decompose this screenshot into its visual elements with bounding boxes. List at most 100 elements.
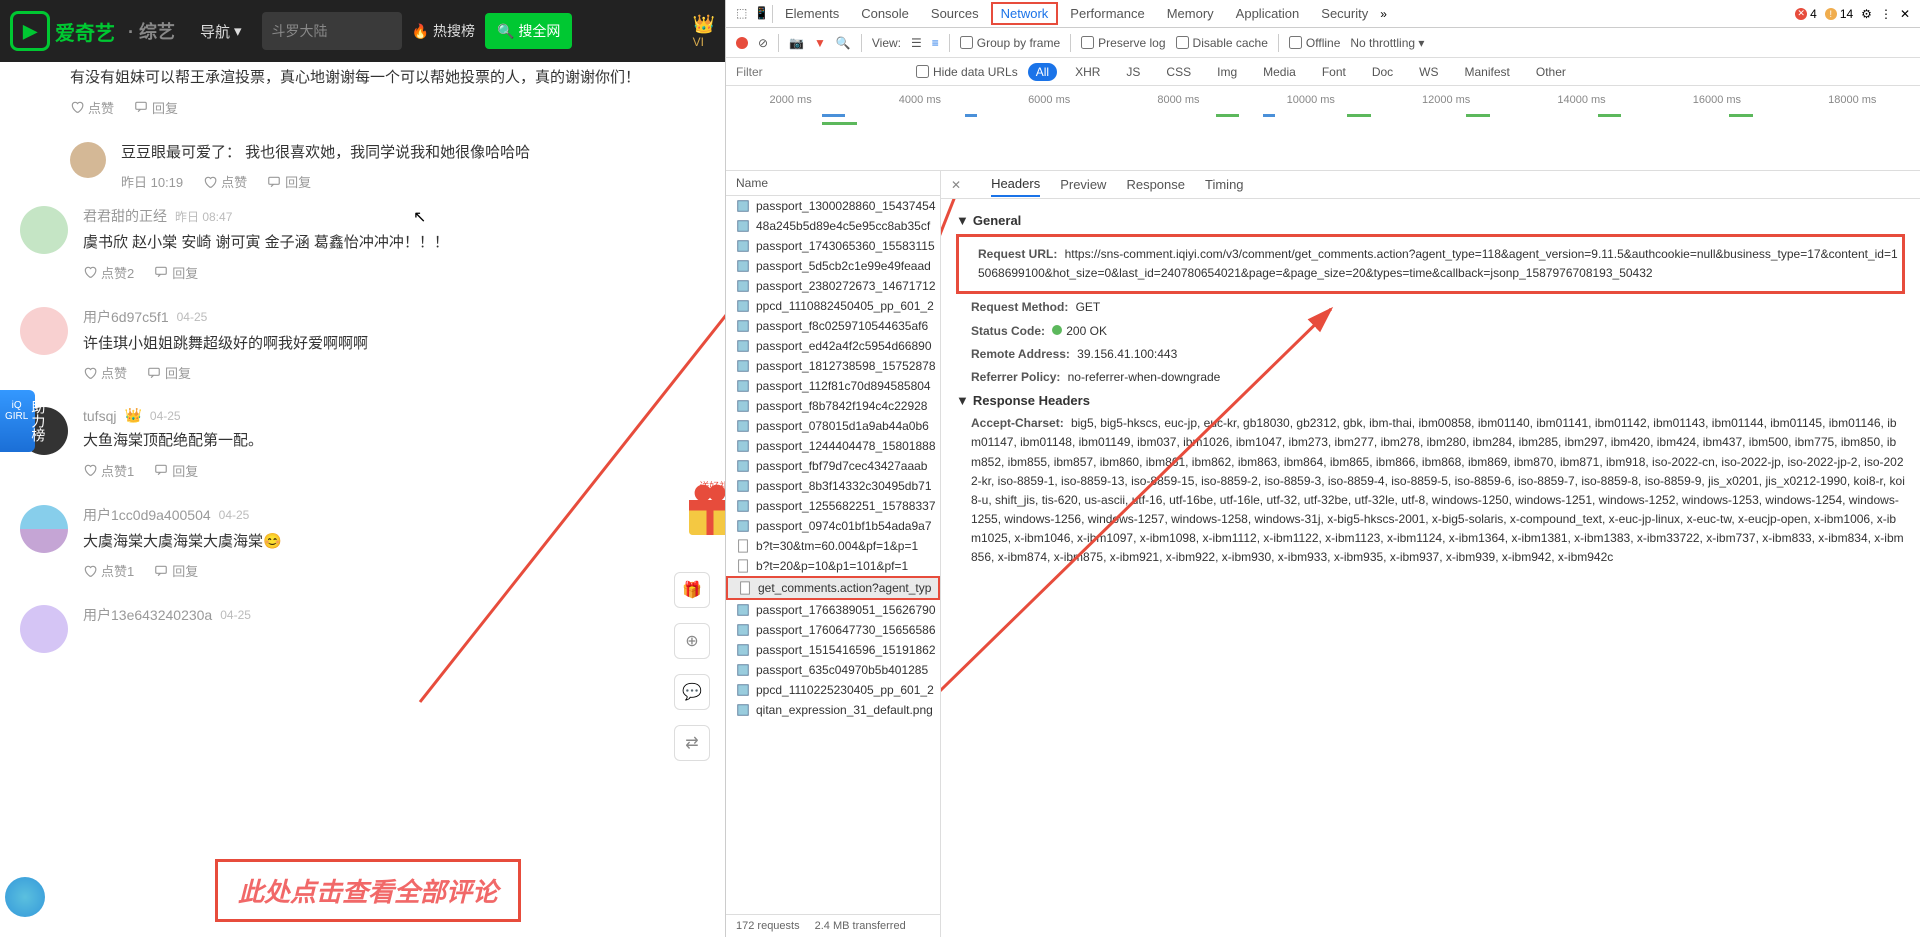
disable-cache-checkbox[interactable]: Disable cache <box>1176 36 1268 50</box>
throttling-dropdown[interactable]: No throttling ▾ <box>1350 36 1424 50</box>
close-details-button[interactable]: ✕ <box>951 178 961 192</box>
request-row[interactable]: passport_635c04970b5b401285 <box>726 660 940 680</box>
filter-all[interactable]: All <box>1028 63 1057 81</box>
more-tabs-button[interactable]: » <box>1380 7 1387 21</box>
name-column-header[interactable]: Name <box>726 171 940 196</box>
like-button[interactable]: 点赞 <box>83 363 127 382</box>
like-button[interactable]: 点赞2 <box>83 263 134 282</box>
timeline[interactable]: 2000 ms4000 ms6000 ms8000 ms10000 ms1200… <box>726 86 1920 171</box>
avatar[interactable] <box>70 142 106 178</box>
request-row[interactable]: passport_f8c0259710544635af6 <box>726 316 940 336</box>
avatar[interactable] <box>20 206 68 254</box>
like-button[interactable]: 点赞 <box>203 172 247 191</box>
request-row[interactable]: passport_f8b7842f194c4c22928 <box>726 396 940 416</box>
chat-float-button[interactable]: 💬 <box>674 674 710 710</box>
filter-js[interactable]: JS <box>1118 63 1148 81</box>
response-headers-section[interactable]: ▼ Response Headers <box>956 393 1905 408</box>
reply-button[interactable]: 回复 <box>134 98 178 117</box>
preserve-checkbox[interactable]: Preserve log <box>1081 36 1165 50</box>
avatar[interactable] <box>20 307 68 355</box>
tab-memory[interactable]: Memory <box>1157 2 1224 25</box>
filter-font[interactable]: Font <box>1314 63 1354 81</box>
request-row[interactable]: passport_1515416596_15191862 <box>726 640 940 660</box>
kebab-icon[interactable]: ⋮ <box>1880 7 1892 21</box>
filter-css[interactable]: CSS <box>1158 63 1199 81</box>
filter-media[interactable]: Media <box>1255 63 1304 81</box>
close-icon[interactable]: ✕ <box>1900 7 1910 21</box>
device-icon[interactable]: 📱 <box>754 6 770 22</box>
hide-urls-checkbox[interactable]: Hide data URLs <box>916 65 1018 79</box>
filter-input[interactable] <box>736 65 906 79</box>
request-row[interactable]: get_comments.action?agent_typ <box>726 576 940 600</box>
tab-network[interactable]: Network <box>991 2 1059 25</box>
search-all-button[interactable]: 🔍搜全网 <box>485 13 572 49</box>
request-row[interactable]: b?t=20&p=10&p1=101&pf=1 <box>726 556 940 576</box>
filter-ws[interactable]: WS <box>1411 63 1446 81</box>
settings-icon[interactable]: ⚙ <box>1861 7 1872 21</box>
request-row[interactable]: passport_2380272673_14671712 <box>726 276 940 296</box>
search-input[interactable]: 斗罗大陆 <box>262 12 402 50</box>
request-row[interactable]: ppcd_1110225230405_pp_601_2 <box>726 680 940 700</box>
search-icon[interactable]: 🔍 <box>836 36 851 50</box>
like-button[interactable]: 点赞1 <box>83 561 134 580</box>
tab-elements[interactable]: Elements <box>775 2 849 25</box>
record-button[interactable] <box>736 37 748 49</box>
tab-preview[interactable]: Preview <box>1060 173 1106 196</box>
request-row[interactable]: passport_1255682251_15788337 <box>726 496 940 516</box>
side-float-badge[interactable]: iQGIRL 助力榜 <box>0 390 35 452</box>
request-row[interactable]: passport_fbf79d7cec43427aaab <box>726 456 940 476</box>
request-row[interactable]: passport_1300028860_15437454 <box>726 196 940 216</box>
like-button[interactable]: 点赞1 <box>83 461 134 480</box>
tab-sources[interactable]: Sources <box>921 2 989 25</box>
request-row[interactable]: ppcd_1110882450405_pp_601_2 <box>726 296 940 316</box>
request-row[interactable]: passport_112f81c70d894585804 <box>726 376 940 396</box>
inspect-icon[interactable]: ⬚ <box>736 6 752 22</box>
request-row[interactable]: passport_1244404478_15801888 <box>726 436 940 456</box>
request-row[interactable]: passport_1812738598_15752878 <box>726 356 940 376</box>
reply-button[interactable]: 回复 <box>154 263 198 282</box>
username[interactable]: tufsqj <box>83 408 116 424</box>
view-waterfall-icon[interactable]: ≡ <box>932 36 939 50</box>
tab-response[interactable]: Response <box>1126 173 1185 196</box>
warning-count[interactable]: !14 <box>1825 7 1853 21</box>
request-row[interactable]: passport_0974c01bf1b54ada9a7 <box>726 516 940 536</box>
reply-button[interactable]: 回复 <box>147 363 191 382</box>
arrows-float-button[interactable]: ⇄ <box>674 725 710 761</box>
group-checkbox[interactable]: Group by frame <box>960 36 1060 50</box>
request-row[interactable]: qitan_expression_31_default.png <box>726 700 940 720</box>
general-section[interactable]: ▼ General <box>956 213 1905 228</box>
tab-performance[interactable]: Performance <box>1060 2 1154 25</box>
username[interactable]: 君君甜的正经 <box>83 206 167 226</box>
avatar[interactable] <box>20 505 68 553</box>
filter-doc[interactable]: Doc <box>1364 63 1401 81</box>
vip-badge[interactable]: 👑VI <box>693 14 715 49</box>
request-row[interactable]: passport_ed42a4f2c5954d66890 <box>726 336 940 356</box>
request-row[interactable]: b?t=30&tm=60.004&pf=1&p=1 <box>726 536 940 556</box>
avatar[interactable] <box>20 605 68 653</box>
reply-button[interactable]: 回复 <box>154 461 198 480</box>
request-row[interactable]: passport_078015d1a9ab44a0b6 <box>726 416 940 436</box>
view-list-icon[interactable]: ☰ <box>911 36 922 50</box>
username[interactable]: 用户1cc0d9a400504 <box>83 505 211 525</box>
like-button[interactable]: 点赞 <box>70 98 114 117</box>
filter-icon[interactable]: ▼ <box>814 36 826 50</box>
clear-button[interactable]: ⊘ <box>758 36 768 50</box>
username[interactable]: 用户13e643240230a <box>83 605 212 625</box>
request-row[interactable]: passport_8b3f14332c30495db71 <box>726 476 940 496</box>
request-row[interactable]: passport_5d5cb2c1e99e49feaad <box>726 256 940 276</box>
filter-other[interactable]: Other <box>1528 63 1574 81</box>
request-row[interactable]: passport_1743065360_15583115 <box>726 236 940 256</box>
offline-checkbox[interactable]: Offline <box>1289 36 1340 50</box>
request-row[interactable]: 48a245b5d89e4c5e95cc8ab35cf <box>726 216 940 236</box>
tab-console[interactable]: Console <box>851 2 919 25</box>
nav-dropdown[interactable]: 导航▾ <box>200 21 242 42</box>
request-row[interactable]: passport_1760647730_15656586 <box>726 620 940 640</box>
filter-manifest[interactable]: Manifest <box>1457 63 1518 81</box>
tab-application[interactable]: Application <box>1226 2 1310 25</box>
username[interactable]: 用户6d97c5f1 <box>83 307 169 327</box>
reply-button[interactable]: 回复 <box>154 561 198 580</box>
hot-search-button[interactable]: 🔥热搜榜 <box>412 21 475 41</box>
logo[interactable]: ▶ 爱奇艺 · 综艺 <box>10 11 175 51</box>
tab-timing[interactable]: Timing <box>1205 173 1244 196</box>
tab-headers[interactable]: Headers <box>991 172 1040 197</box>
